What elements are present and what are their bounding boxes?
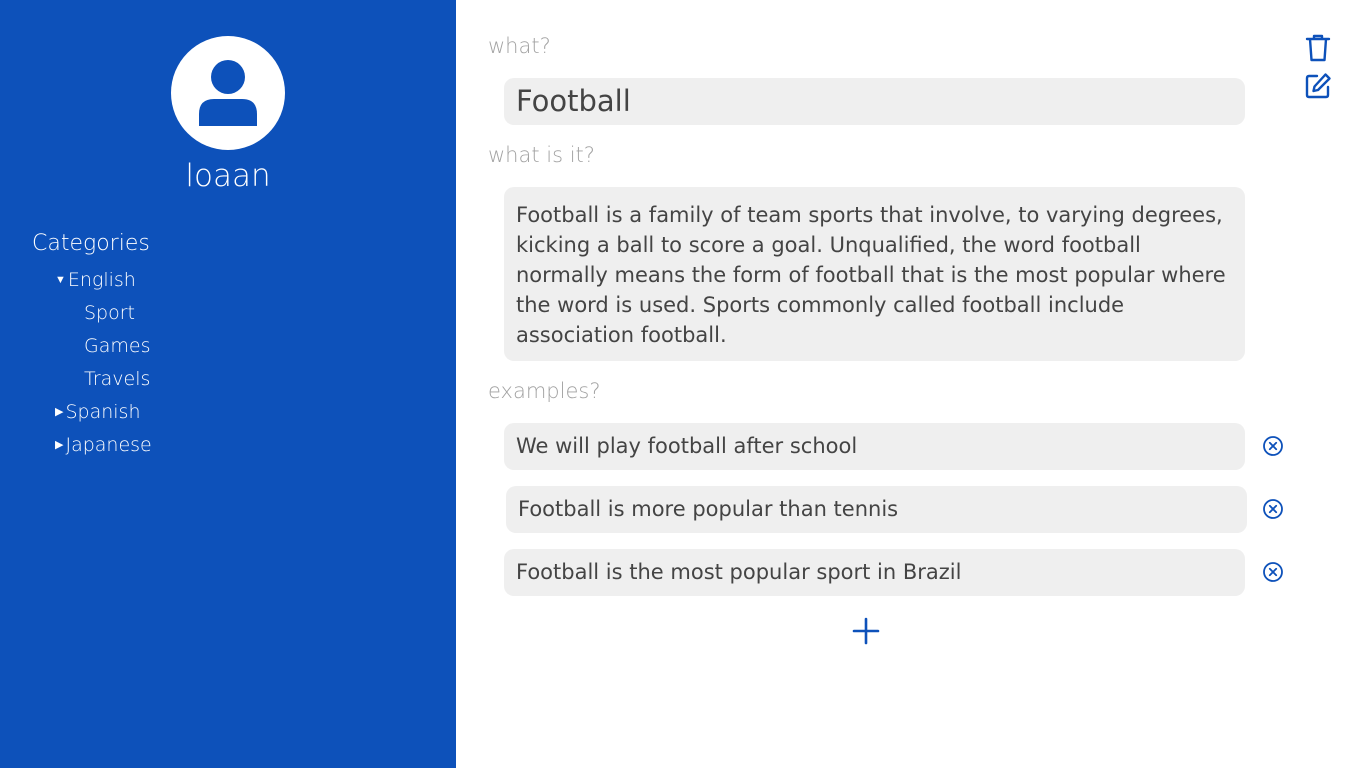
example-field[interactable]: We will play football after school [504,423,1245,470]
remove-example-button[interactable] [1262,561,1284,583]
category-english-label: English [67,269,136,291]
caret-right-icon: ▶ [55,405,64,418]
what-is-it-label: what is it? [488,143,595,167]
word-title-field[interactable]: Football [504,78,1245,125]
username: loaan [185,158,271,194]
subcategory-travels[interactable]: Travels [84,368,150,390]
close-circle-icon [1263,436,1283,456]
category-spanish-label: Spanish [65,401,141,423]
plus-icon [852,617,880,645]
user-icon [199,60,257,126]
remove-example-button[interactable] [1262,498,1284,520]
caret-down-icon: ▼ [55,273,66,286]
delete-button[interactable] [1304,33,1332,63]
example-field[interactable]: Football is the most popular sport in Br… [504,549,1245,596]
avatar[interactable] [171,36,285,150]
category-japanese-label: Japanese [65,434,152,456]
examples-label: examples? [488,379,601,403]
category-english[interactable]: ▼ English [55,269,136,291]
what-label: what? [488,34,551,58]
sidebar: loaan Categories ▼ English Sport Games Tr… [0,0,456,768]
close-circle-icon [1263,562,1283,582]
add-example-button[interactable] [850,615,882,647]
remove-example-button[interactable] [1262,435,1284,457]
close-circle-icon [1263,499,1283,519]
example-field[interactable]: Football is more popular than tennis [506,486,1247,533]
edit-button[interactable] [1304,72,1332,100]
description-field[interactable]: Football is a family of team sports that… [504,187,1245,361]
category-spanish[interactable]: ▶ Spanish [55,401,141,423]
categories-heading: Categories [32,231,150,256]
caret-right-icon: ▶ [55,438,64,451]
subcategory-games[interactable]: Games [84,335,150,357]
trash-icon [1305,34,1331,62]
category-japanese[interactable]: ▶ Japanese [55,434,152,456]
subcategory-sport[interactable]: Sport [84,302,135,324]
edit-icon [1305,73,1331,99]
word-card: what? Football what is it? Football is a… [456,0,1366,768]
